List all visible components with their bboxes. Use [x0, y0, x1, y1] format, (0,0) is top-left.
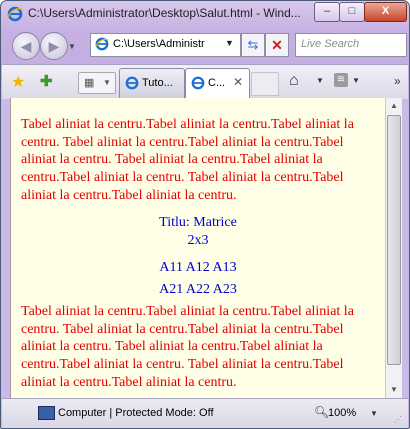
feeds-icon[interactable]: ≋	[334, 73, 348, 87]
scroll-up-icon[interactable]: ▲	[386, 98, 402, 114]
quick-tabs-button[interactable]: ▦ ▼	[78, 72, 116, 94]
table-caption: Titlu: Matrice	[159, 215, 237, 230]
ie-page-icon	[125, 76, 139, 90]
navigation-bar: ◀ ▶ ▼ C:\Users\Administr ▼ ⇆ ✕ Live Sear…	[1, 27, 409, 63]
scroll-down-icon[interactable]: ▼	[386, 382, 402, 398]
tab-tutorial[interactable]: Tuto...	[119, 68, 185, 98]
search-box[interactable]: Live Search	[295, 33, 407, 57]
paragraph-bottom: Tabel aliniat la centru.Tabel aliniat la…	[21, 304, 354, 390]
tab-label: C...	[208, 77, 226, 89]
tab-label: Tuto...	[142, 77, 173, 89]
page-content: Tabel aliniat la centru.Tabel aliniat la…	[10, 98, 385, 398]
security-zone-text[interactable]: Computer | Protected Mode: Off	[58, 407, 214, 419]
favorites-star-icon[interactable]: ★	[11, 72, 25, 92]
arrow-right-icon: ▶	[48, 38, 60, 54]
browser-window: C:\Users\Administrator\Desktop\Salut.htm…	[0, 0, 410, 429]
home-dropdown-icon[interactable]: ▼	[316, 76, 324, 85]
stop-button[interactable]: ✕	[265, 33, 289, 57]
table-row: A21 A22 A23	[159, 282, 237, 297]
arrow-left-icon: ◀	[20, 38, 32, 54]
paragraph-top: Tabel aliniat la centru.Tabel aliniat la…	[21, 117, 354, 203]
tab-current[interactable]: C... ✕	[185, 68, 250, 98]
resize-grip-icon[interactable]: ⋰	[394, 415, 402, 424]
ie-page-icon	[191, 76, 205, 90]
stop-icon: ✕	[271, 37, 283, 53]
address-text[interactable]: C:\Users\Administr	[113, 38, 205, 50]
recent-pages-dropdown-icon[interactable]: ▼	[68, 42, 76, 51]
add-favorites-icon[interactable]: ✚	[40, 72, 53, 90]
page-icon	[95, 37, 109, 51]
forward-button[interactable]: ▶	[40, 32, 68, 60]
table-row: A11 A12 A13	[159, 260, 237, 275]
search-placeholder[interactable]: Live Search	[301, 38, 359, 50]
vertical-scrollbar[interactable]: ▲ ▼	[385, 98, 402, 398]
feeds-dropdown-icon[interactable]: ▼	[352, 76, 360, 85]
refresh-button[interactable]: ⇆	[241, 33, 265, 57]
zoom-dropdown-icon[interactable]: ▼	[370, 409, 378, 418]
refresh-icon: ⇆	[247, 37, 259, 52]
address-bar[interactable]: C:\Users\Administr ▼	[90, 33, 241, 57]
ie-logo-icon	[7, 6, 23, 22]
quick-tabs-icon: ▦	[84, 77, 95, 89]
chevron-right-icon[interactable]: »	[394, 74, 401, 88]
zoom-level[interactable]: 100%	[328, 407, 356, 419]
new-tab-button[interactable]	[251, 72, 279, 96]
table-caption-size: 2x3	[187, 233, 209, 248]
home-icon[interactable]: ⌂	[289, 72, 299, 90]
computer-icon	[38, 406, 55, 420]
close-button[interactable]: X	[364, 2, 407, 22]
tab-bar: ★ ✚ ▦ ▼ Tuto... C... ✕ ⌂ ▼ ≋ ▼ »	[2, 64, 408, 99]
zoom-icon[interactable]: 🔍︎	[314, 405, 329, 419]
maximize-button[interactable]: □	[339, 2, 365, 22]
scroll-thumb[interactable]	[387, 115, 401, 365]
back-button[interactable]: ◀	[12, 32, 40, 60]
tab-list-dropdown-icon[interactable]: ▼	[103, 73, 111, 93]
minimize-button[interactable]: –	[314, 2, 340, 22]
status-bar: Computer | Protected Mode: Off 🔍︎ 100% ▼…	[2, 398, 408, 428]
tab-close-icon[interactable]: ✕	[233, 75, 243, 89]
window-title: C:\Users\Administrator\Desktop\Salut.htm…	[28, 6, 301, 20]
address-dropdown-icon[interactable]: ▼	[225, 38, 234, 48]
title-bar: C:\Users\Administrator\Desktop\Salut.htm…	[1, 1, 409, 27]
